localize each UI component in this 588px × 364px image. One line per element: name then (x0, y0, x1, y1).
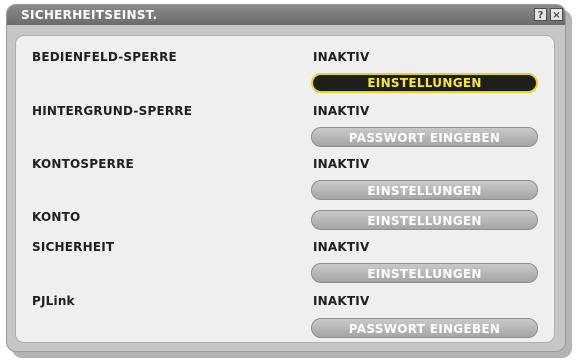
account-settings-button[interactable]: EINSTELLUNGEN (311, 210, 538, 230)
label-account: KONTO (32, 210, 81, 224)
settings-panel: BEDIENFELD-SPERRE INAKTIV EINSTELLUNGEN … (15, 35, 555, 343)
label-security: SICHERHEIT (32, 240, 115, 254)
background-lock-password-button[interactable]: PASSWORT EINGEBEN (311, 127, 538, 147)
help-icon[interactable]: ? (534, 8, 547, 21)
titlebar: SICHERHEITSEINST. ? × (7, 5, 565, 25)
label-account-lock: KONTOSPERRE (32, 157, 134, 171)
pjlink-password-button[interactable]: PASSWORT EINGEBEN (311, 318, 538, 338)
label-panel-lock: BEDIENFELD-SPERRE (32, 50, 177, 64)
value-panel-lock: INAKTIV (313, 50, 370, 64)
security-settings-button[interactable]: EINSTELLUNGEN (311, 263, 538, 283)
label-pjlink: PJLink (32, 294, 75, 308)
panel-lock-settings-button[interactable]: EINSTELLUNGEN (311, 73, 538, 93)
security-settings-window: SICHERHEITSEINST. ? × BEDIENFELD-SPERRE … (6, 4, 566, 352)
value-account-lock: INAKTIV (313, 157, 370, 171)
value-background-lock: INAKTIV (313, 104, 370, 118)
window-title: SICHERHEITSEINST. (21, 8, 158, 22)
close-icon[interactable]: × (550, 8, 563, 21)
value-security: INAKTIV (313, 240, 370, 254)
label-background-lock: HINTERGRUND-SPERRE (32, 104, 193, 118)
account-lock-settings-button[interactable]: EINSTELLUNGEN (311, 180, 538, 200)
value-pjlink: INAKTIV (313, 294, 370, 308)
